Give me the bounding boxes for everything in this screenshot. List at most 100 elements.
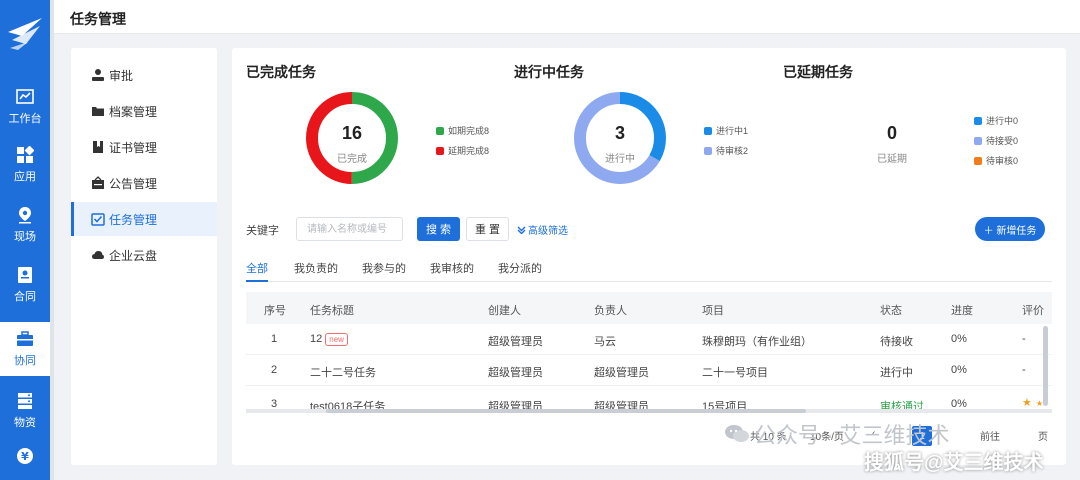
- task-table: 序号 任务标题 创建人 负责人 项目 状态 进度 评价 1 12 new 超级管理…: [246, 292, 1052, 412]
- location-icon: [19, 207, 31, 224]
- col-no: 序号: [264, 305, 286, 317]
- legend-swatch: [436, 146, 444, 155]
- table-header: 序号 任务标题 创建人 负责人 项目 状态 进度 评价: [246, 292, 1052, 324]
- in-progress-sub: 进行中: [605, 154, 635, 165]
- submenu-item-archives[interactable]: 档案管理: [71, 94, 217, 128]
- briefcase-icon: [17, 331, 33, 346]
- pager-goto: 前往: [980, 432, 1000, 443]
- page-header: 任务管理: [54, 0, 1080, 34]
- task-tabs: 全部 我负责的 我参与的 我审核的 我分派的: [246, 260, 1052, 282]
- submenu-item-cloud-drive[interactable]: 企业云盘: [71, 238, 217, 272]
- nav-item-materials[interactable]: 物资: [0, 384, 50, 438]
- apps-icon: [17, 146, 34, 163]
- folder-icon: [92, 107, 104, 116]
- table-row[interactable]: 2 二十二号任务 超级管理员 超级管理员 二十一号项目 进行中 0% -: [246, 355, 1052, 386]
- in-progress-count: 3: [614, 123, 625, 143]
- legend-completed-late: 延期完成8: [436, 144, 489, 157]
- nav-label: 协同: [14, 355, 36, 367]
- nav-label: 物资: [14, 417, 36, 429]
- legend-swatch: [704, 146, 712, 155]
- chevron-down-icon: [517, 226, 526, 234]
- task-panel: 已完成任务 16 已完成 如期完成8 延期完成8 进行中任务 3 进行中 进行中…: [232, 48, 1066, 465]
- col-progress: 进度: [951, 305, 973, 317]
- legend-delayed-in-progress: 进行中0: [974, 114, 1018, 127]
- cloud-icon: [92, 251, 104, 259]
- table-row[interactable]: 1 12 new 超级管理员 马云 珠穆朗玛（有作业组） 待接收 0% -: [246, 324, 1052, 355]
- delayed-count: 0: [886, 123, 897, 143]
- delayed-sub: 已延期: [877, 154, 907, 165]
- nav-item-contract[interactable]: 合同: [0, 258, 50, 312]
- tab-all[interactable]: 全部: [246, 260, 268, 282]
- submenu-item-certificates[interactable]: 证书管理: [71, 130, 217, 164]
- nav-scrollbar[interactable]: [50, 0, 54, 480]
- nav-label: 合同: [14, 291, 36, 303]
- in-progress-title: 进行中任务: [514, 64, 584, 80]
- contract-icon: [18, 267, 32, 283]
- completed-center: 16 已完成: [302, 123, 402, 165]
- table-vertical-scrollbar[interactable]: [1043, 326, 1048, 406]
- page-title: 任务管理: [70, 11, 126, 27]
- storage-icon: [18, 393, 32, 409]
- task-icon: [91, 213, 105, 226]
- nav-item-workbench[interactable]: 工作台: [0, 80, 50, 134]
- legend-pending-review: 待审核2: [704, 144, 748, 157]
- wechat-icon: [725, 425, 749, 442]
- keyword-label: 关键字: [246, 225, 279, 237]
- table-horizontal-scrollbar[interactable]: [246, 409, 1052, 413]
- status-text: 进行中: [880, 367, 913, 379]
- legend-swatch: [974, 116, 982, 125]
- new-badge: new: [325, 333, 348, 346]
- legend-swatch: [436, 126, 444, 135]
- keyword-input[interactable]: [296, 217, 403, 241]
- advanced-filter-link[interactable]: 高级筛选: [517, 222, 568, 237]
- yen-icon: ¥: [17, 448, 33, 464]
- pager-page-suffix: 页: [1038, 432, 1048, 443]
- nav-item-collaboration[interactable]: 协同: [0, 322, 50, 376]
- bookmark-icon: [93, 141, 103, 153]
- legend-delayed-pending-review: 待审核0: [974, 154, 1018, 167]
- tab-my-assigned[interactable]: 我分派的: [498, 260, 542, 282]
- col-project: 项目: [702, 305, 724, 317]
- submenu-item-announcements[interactable]: 公告管理: [71, 166, 217, 200]
- nav-item-finance[interactable]: ¥: [0, 436, 50, 480]
- delayed-center: 0 已延期: [842, 123, 942, 165]
- nav-item-apps[interactable]: 应用: [0, 138, 50, 192]
- tab-my-responsible[interactable]: 我负责的: [294, 260, 338, 282]
- legend-swatch: [704, 126, 712, 135]
- tab-my-participating[interactable]: 我参与的: [362, 260, 406, 282]
- in-progress-center: 3 进行中: [570, 123, 670, 165]
- tab-my-reviewing[interactable]: 我审核的: [430, 260, 474, 282]
- nav-item-site[interactable]: 现场: [0, 198, 50, 252]
- legend-swatch: [974, 136, 982, 145]
- logo-icon: [8, 18, 42, 50]
- user-icon: [92, 69, 104, 81]
- add-task-button[interactable]: ＋ 新增任务: [975, 217, 1045, 241]
- nav-label: 工作台: [8, 113, 42, 125]
- submenu-item-approval[interactable]: 审批: [71, 58, 217, 92]
- sub-menu: 审批 档案管理 证书管理 公告管理 任务管理 企业云盘: [71, 48, 217, 465]
- col-creator: 创建人: [488, 305, 521, 317]
- col-status: 状态: [880, 305, 902, 317]
- legend-delayed-pending-accept: 待接受0: [974, 134, 1018, 147]
- col-owner: 负责人: [594, 305, 627, 317]
- plus-icon: ＋: [983, 225, 997, 237]
- chart-icon: [16, 89, 34, 104]
- completed-count: 16: [341, 123, 363, 143]
- search-button[interactable]: 搜 索: [417, 217, 460, 241]
- announcement-icon: [92, 176, 104, 189]
- reset-button[interactable]: 重 置: [466, 217, 509, 241]
- nav-label: 应用: [14, 171, 36, 183]
- submenu-item-tasks[interactable]: 任务管理: [71, 202, 217, 236]
- status-text: 待接收: [880, 336, 913, 348]
- legend-swatch: [974, 156, 982, 165]
- svg-text:¥: ¥: [21, 450, 29, 463]
- completed-sub: 已完成: [337, 154, 367, 165]
- col-title: 任务标题: [310, 305, 354, 317]
- main-nav: 工作台 应用 现场 合同 协同 物资 ¥: [0, 0, 50, 480]
- scrollbar-thumb[interactable]: [326, 409, 806, 413]
- completed-title: 已完成任务: [246, 64, 316, 80]
- star-icon: ★ ★: [1022, 397, 1044, 409]
- nav-label: 现场: [14, 231, 36, 243]
- delayed-title: 已延期任务: [783, 64, 853, 80]
- col-rating: 评价: [1022, 305, 1044, 317]
